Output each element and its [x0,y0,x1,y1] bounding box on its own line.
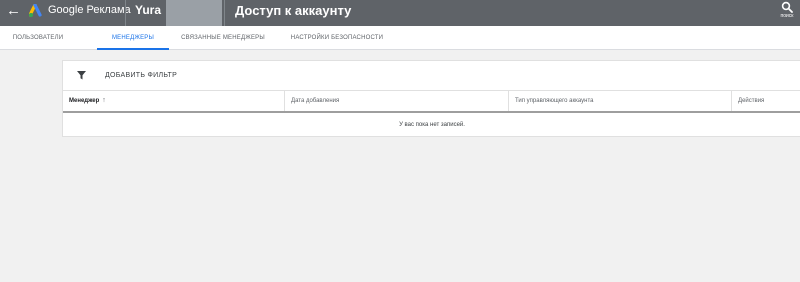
empty-state-message: У вас пока нет записей. [399,122,465,128]
column-header-label: Менеджер [69,98,100,104]
search-label: поиск [780,13,794,19]
sort-arrow-icon[interactable]: ↑ [102,97,106,104]
top-app-bar: ← Google Реклама Yura Доступ к аккаунту … [0,0,800,26]
tab-users[interactable]: ПОЛЬЗОВАТЕЛИ [0,26,76,50]
page-title: Доступ к аккаунту [235,3,352,18]
redacted-account-id [166,0,222,26]
add-filter-button[interactable]: ДОБАВИТЬ ФИЛЬТР [105,72,177,79]
google-ads-logo[interactable] [29,4,45,18]
search-icon [781,1,793,13]
managers-table-card: ДОБАВИТЬ ФИЛЬТР Менеджер ↑ Дата добавлени… [62,60,800,137]
column-header-date-added[interactable]: Дата добавления [285,91,509,111]
filter-bar: ДОБАВИТЬ ФИЛЬТР [63,61,800,91]
column-header-manager[interactable]: Менеджер ↑ [63,91,285,111]
tab-managers[interactable]: МЕНЕДЖЕРЫ [97,26,169,50]
back-arrow-icon[interactable]: ← [6,2,21,20]
tab-security-settings[interactable]: НАСТРОЙКИ БЕЗОПАСНОСТИ [282,26,392,50]
column-header-actions: Действия [738,98,765,104]
tab-bar: ПОЛЬЗОВАТЕЛИ МЕНЕДЖЕРЫ СВЯЗАННЫЕ МЕНЕДЖЕ… [0,26,800,50]
filter-icon[interactable] [77,71,86,80]
divider [125,0,126,26]
table-header: Менеджер ↑ Дата добавления Тип управляюще… [63,91,800,113]
divider [224,0,225,26]
search-button[interactable]: поиск [776,0,798,26]
tab-linked-managers[interactable]: СВЯЗАННЫЕ МЕНЕДЖЕРЫ [176,26,270,50]
column-header-account-type[interactable]: Тип управляющего аккаунта [509,91,732,111]
brand-name[interactable]: Google Реклама [48,4,131,16]
account-name[interactable]: Yura [135,3,161,17]
